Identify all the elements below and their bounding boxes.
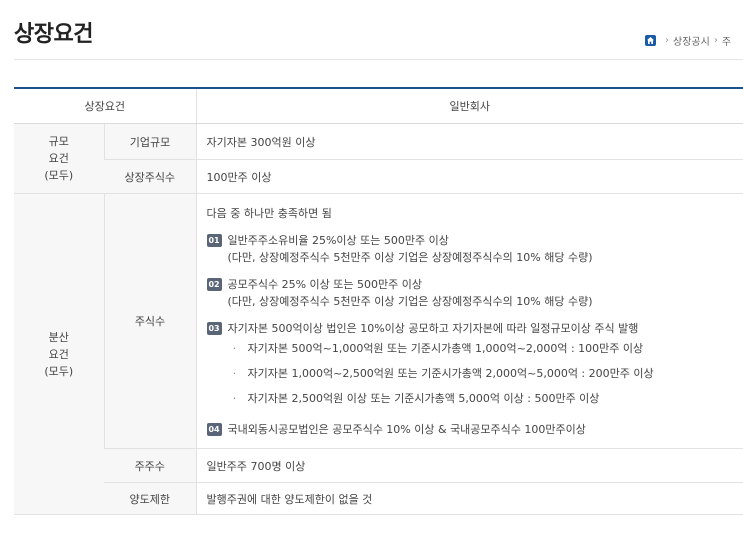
breadcrumb: › 상장공시 › 주 <box>645 33 731 48</box>
bullet-icon: · <box>232 367 237 380</box>
table-header-row: 상장요건 일반회사 <box>14 88 743 124</box>
list-item: 04 국내외동시공모법인은 공모주식수 10% 이상 & 국내공모주식수 100… <box>206 421 734 438</box>
list-item: 02 공모주식수 25% 이상 또는 500만주 이상 (다만, 상장예정주식수… <box>206 276 734 310</box>
sub-list-item: · 자기자본 2,500억원 이상 또는 기준시가총액 5,000억 이상 : 5… <box>228 390 654 407</box>
row-label: 상장주식수 <box>104 159 197 194</box>
item-note: (다만, 상장예정주식수 5천만주 이상 기업은 상장예정주식수의 10% 해당… <box>227 251 593 264</box>
page-title: 상장요건 <box>14 22 93 47</box>
number-badge: 04 <box>206 423 222 436</box>
row-label: 주식수 <box>103 193 197 449</box>
row-label: 기업규모 <box>103 123 197 160</box>
sub-item-text: 자기자본 1,000억~2,500억원 또는 기준시가총액 2,000억~5,0… <box>247 367 654 380</box>
breadcrumb-item-disclosure[interactable]: 상장공시 <box>673 33 710 48</box>
group-label: 규모 요건 (모두) <box>44 135 74 182</box>
number-badge: 03 <box>206 322 222 335</box>
shares-intro: 다음 중 하나만 충족하면 됨 <box>206 207 332 220</box>
listing-requirements-table: 상장요건 일반회사 규모 요건 (모두) 기업규모 자기자본 300억원 이상 … <box>14 87 743 515</box>
list-item: 01 일반주주소유비율 25%이상 또는 500만주 이상 (다만, 상장예정주… <box>206 232 734 266</box>
row-value: 일반주주 700명 이상 <box>195 448 743 483</box>
bullet-icon: · <box>232 392 237 405</box>
item-text: 국내외동시공모법인은 공모주식수 10% 이상 & 국내공모주식수 100만주이… <box>227 423 586 436</box>
table-row: 분산 요건 (모두) 주식수 다음 중 하나만 충족하면 됨 01 일반주주소유… <box>14 193 743 515</box>
row-label: 주주수 <box>104 448 197 483</box>
shares-requirements: 다음 중 하나만 충족하면 됨 01 일반주주소유비율 25%이상 또는 500… <box>195 193 743 449</box>
home-icon[interactable] <box>645 35 656 46</box>
item-note: (다만, 상장예정주식수 5천만주 이상 기업은 상장예정주식수의 10% 해당… <box>227 295 593 308</box>
scale-requirement-group: 규모 요건 (모두) <box>14 123 104 194</box>
number-badge: 02 <box>206 278 222 291</box>
sub-list-item: · 자기자본 1,000억~2,500억원 또는 기준시가총액 2,000억~5,… <box>228 365 654 382</box>
breadcrumb-item-current[interactable]: 주 <box>722 33 731 48</box>
row-value: 발행주권에 대한 양도제한이 없을 것 <box>195 482 743 515</box>
table-row: 상장주식수 100만주 이상 <box>14 159 743 194</box>
list-item: 03 자기자본 500억이상 법인은 10%이상 공모하고 자기자본에 따라 일… <box>206 320 734 415</box>
sub-item-text: 자기자본 500억~1,000억원 또는 기준시가총액 1,000억~2,000… <box>247 342 644 355</box>
item-text: 자기자본 500억이상 법인은 10%이상 공모하고 자기자본에 따라 일정규모… <box>227 322 639 335</box>
row-value: 100만주 이상 <box>195 159 743 194</box>
number-badge: 01 <box>206 234 222 247</box>
item-text: 일반주주소유비율 25%이상 또는 500만주 이상 <box>227 234 449 247</box>
distribution-requirement-group: 분산 요건 (모두) <box>14 193 104 515</box>
title-divider <box>14 59 743 60</box>
header-requirement: 상장요건 <box>14 88 197 124</box>
sub-item-text: 자기자본 2,500억원 이상 또는 기준시가총액 5,000억 이상 : 50… <box>247 392 600 405</box>
table-row: 양도제한 발행주권에 대한 양도제한이 없을 것 <box>14 482 743 515</box>
chevron-right-icon: › <box>665 35 669 46</box>
chevron-right-icon: › <box>713 35 718 46</box>
sub-list-item: · 자기자본 500억~1,000억원 또는 기준시가총액 1,000억~2,00… <box>228 340 654 357</box>
row-value: 자기자본 300억원 이상 <box>195 123 743 160</box>
table-row: 주주수 일반주주 700명 이상 <box>14 448 743 483</box>
bullet-icon: · <box>232 342 237 355</box>
item-text: 공모주식수 25% 이상 또는 500만주 이상 <box>227 278 423 291</box>
row-label: 양도제한 <box>104 482 197 515</box>
header-general-company: 일반회사 <box>195 88 743 124</box>
table-row: 규모 요건 (모두) 기업규모 자기자본 300억원 이상 <box>14 123 743 194</box>
group-label: 분산 요건 (모두) <box>44 330 74 378</box>
